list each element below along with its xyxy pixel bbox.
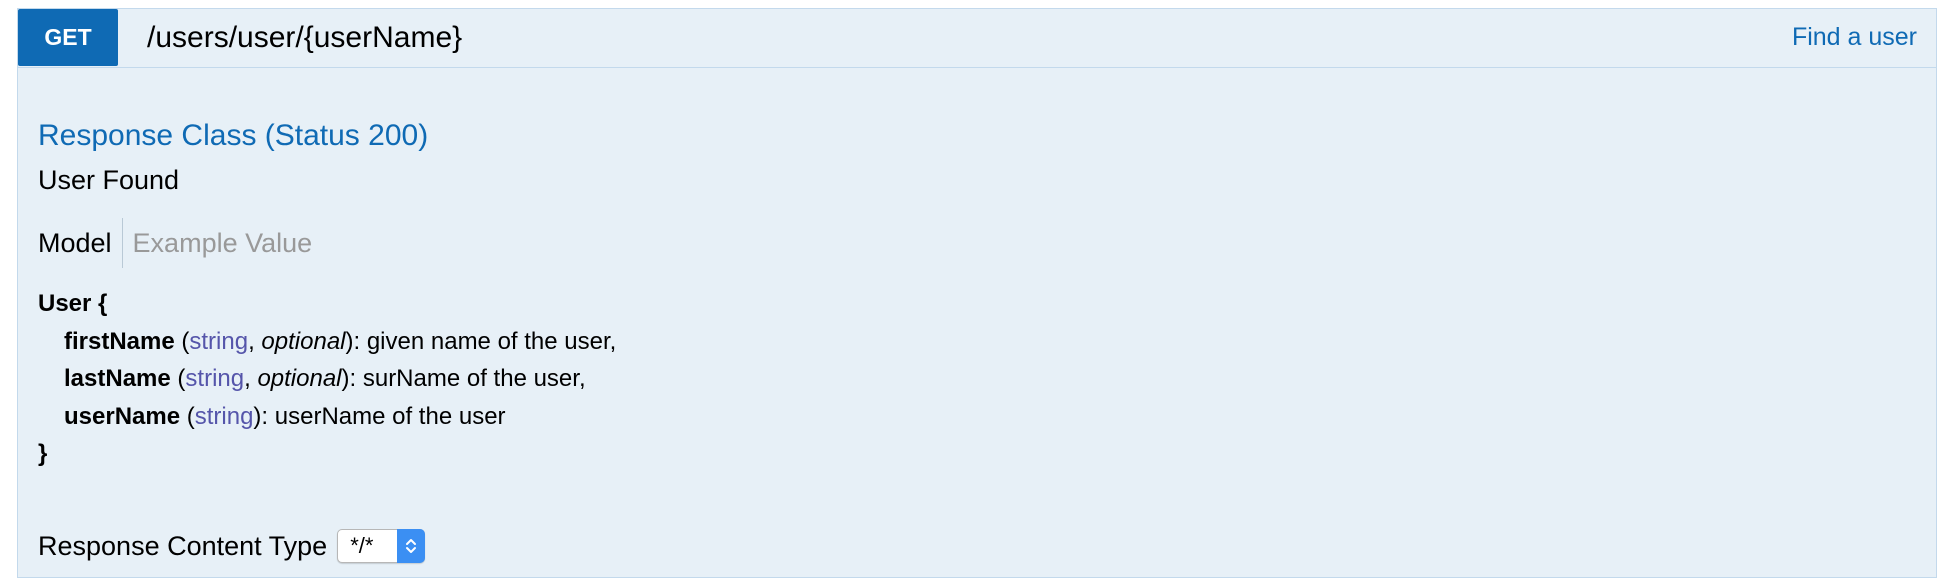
model-property: firstName (string, optional): given name… — [64, 327, 617, 355]
model-tabs: Model Example Value — [38, 217, 312, 269]
property-name: lastName — [64, 365, 171, 392]
http-method-badge[interactable]: GET — [18, 9, 118, 66]
chevron-up-down-icon — [397, 529, 426, 563]
operation-heading[interactable]: GET /users/user/{userName} Find a user — [18, 9, 1936, 68]
operation-panel: GET /users/user/{userName} Find a user R… — [17, 8, 1937, 578]
response-content-type-select[interactable]: */* — [337, 529, 426, 563]
property-optional: optional — [261, 327, 346, 355]
model-property: lastName (string, optional): surName of … — [64, 365, 586, 392]
response-class-title: Response Class (Status 200) — [38, 119, 429, 152]
property-type: string — [185, 365, 245, 392]
model-name: User — [38, 290, 92, 317]
response-description: User Found — [38, 165, 180, 195]
property-description: given name of the user, — [366, 327, 617, 355]
model-header: User { — [38, 285, 616, 323]
tab-example-value[interactable]: Example Value — [123, 218, 313, 268]
operation-summary[interactable]: Find a user — [1792, 9, 1917, 66]
operation-path[interactable]: /users/user/{userName} — [147, 9, 462, 66]
property-name: userName — [64, 402, 181, 430]
response-content-type-label: Response Content Type — [38, 530, 328, 561]
property-name: firstName — [64, 327, 175, 355]
model-close-brace: } — [38, 440, 48, 467]
select-value: */* — [350, 533, 374, 558]
property-type: string — [189, 327, 249, 355]
model-property: userName (string): userName of the user — [64, 402, 506, 430]
response-content-type-row: Response Content Type */* — [38, 527, 426, 565]
property-optional: optional — [257, 365, 342, 392]
model-signature: User { firstName (string, optional): giv… — [38, 285, 616, 473]
property-type: string — [194, 402, 254, 430]
tab-model[interactable]: Model — [38, 218, 123, 268]
model-open-brace: { — [98, 290, 108, 317]
property-description: userName of the user — [274, 402, 506, 430]
property-description: surName of the user, — [362, 365, 586, 392]
